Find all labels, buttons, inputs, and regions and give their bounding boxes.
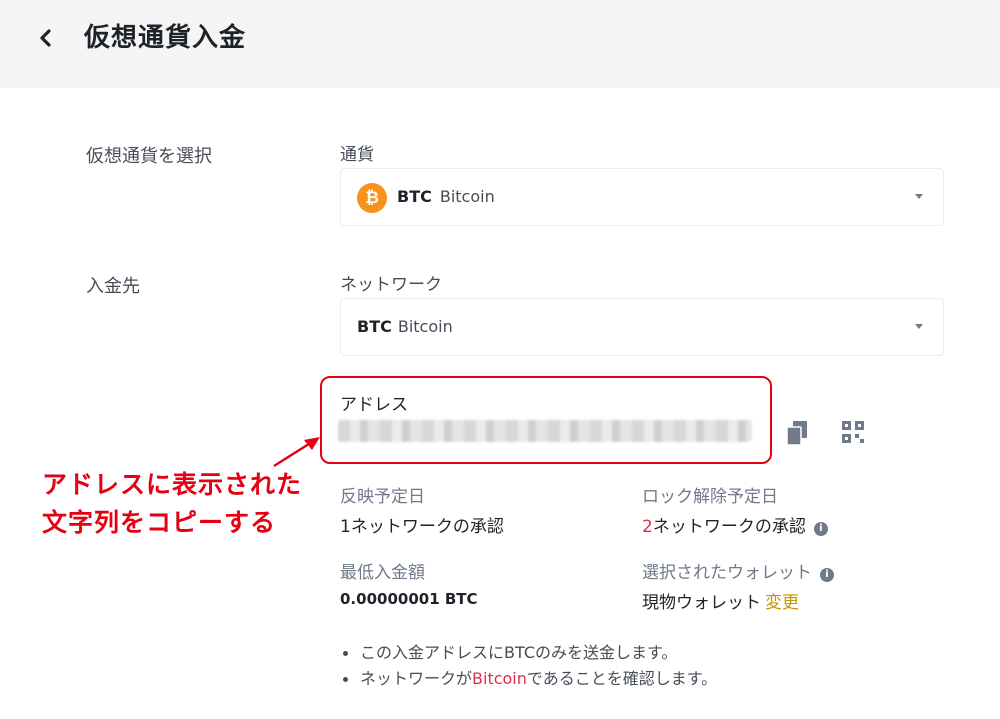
back-button[interactable]: [32, 24, 60, 52]
note-item: ネットワークがBitcoinであることを確認します。: [340, 666, 717, 692]
section-label-select-currency: 仮想通貨を選択: [86, 146, 212, 167]
annotation-text: アドレスに表示された 文字列をコピーする: [42, 466, 302, 542]
unlock-value: 2ネットワークの承認 i: [642, 512, 828, 537]
arrival-label: 反映予定日: [340, 487, 425, 507]
currency-select[interactable]: ₿ BTC Bitcoin: [340, 168, 944, 226]
currency-symbol: BTC: [397, 187, 432, 206]
arrival-num: 1: [340, 517, 351, 537]
info-icon[interactable]: i: [813, 522, 828, 536]
wallet-change-link[interactable]: 変更: [765, 593, 799, 613]
page-header: 仮想通貨入金: [0, 0, 1000, 88]
qr-code-icon: [842, 421, 864, 443]
bitcoin-icon: ₿: [357, 183, 387, 213]
annotation-line-2: 文字列をコピーする: [42, 508, 277, 537]
unlock-num: 2: [642, 517, 653, 537]
network-field-label: ネットワーク: [340, 275, 442, 295]
chevron-down-icon: [915, 194, 923, 199]
section-label-destination: 入金先: [86, 276, 140, 297]
annotation-line-1: アドレスに表示された: [42, 470, 303, 499]
info-icon[interactable]: i: [820, 568, 834, 582]
network-name-highlight: Bitcoin: [472, 669, 527, 688]
unlock-label: ロック解除予定日: [642, 487, 778, 507]
wallet-value: 現物ウォレット 変更: [642, 588, 799, 613]
chevron-down-icon: [915, 324, 923, 329]
note-item: この入金アドレスにBTCのみを送金します。: [340, 640, 717, 666]
min-deposit-label: 最低入金額: [340, 563, 425, 583]
note-text: であることを確認します。: [526, 669, 718, 688]
annotation-highlight-box: [320, 376, 772, 464]
deposit-notes: この入金アドレスにBTCのみを送金します。 ネットワークがBitcoinであるこ…: [340, 640, 717, 692]
network-symbol: BTC: [357, 317, 392, 336]
network-name: Bitcoin: [397, 317, 453, 336]
note-text: ネットワークが: [360, 669, 473, 688]
unlock-text: ネットワークの承認: [652, 517, 806, 537]
min-deposit-value: 0.00000001 BTC: [340, 590, 478, 608]
currency-name: Bitcoin: [439, 187, 495, 206]
wallet-label-text: 選択されたウォレット: [642, 563, 812, 583]
qr-code-button[interactable]: [842, 421, 864, 447]
network-select[interactable]: BTC Bitcoin: [340, 298, 944, 356]
wallet-name: 現物ウォレット: [642, 593, 761, 613]
arrival-value: 1ネットワークの承認: [340, 512, 504, 537]
wallet-label: 選択されたウォレット i: [642, 558, 834, 583]
page-title: 仮想通貨入金: [84, 23, 247, 53]
currency-field-label: 通貨: [340, 145, 374, 165]
chevron-left-icon: [40, 29, 51, 47]
copy-address-button[interactable]: [786, 420, 808, 450]
copy-icon: [786, 421, 807, 446]
arrival-text: ネットワークの承認: [350, 517, 504, 537]
